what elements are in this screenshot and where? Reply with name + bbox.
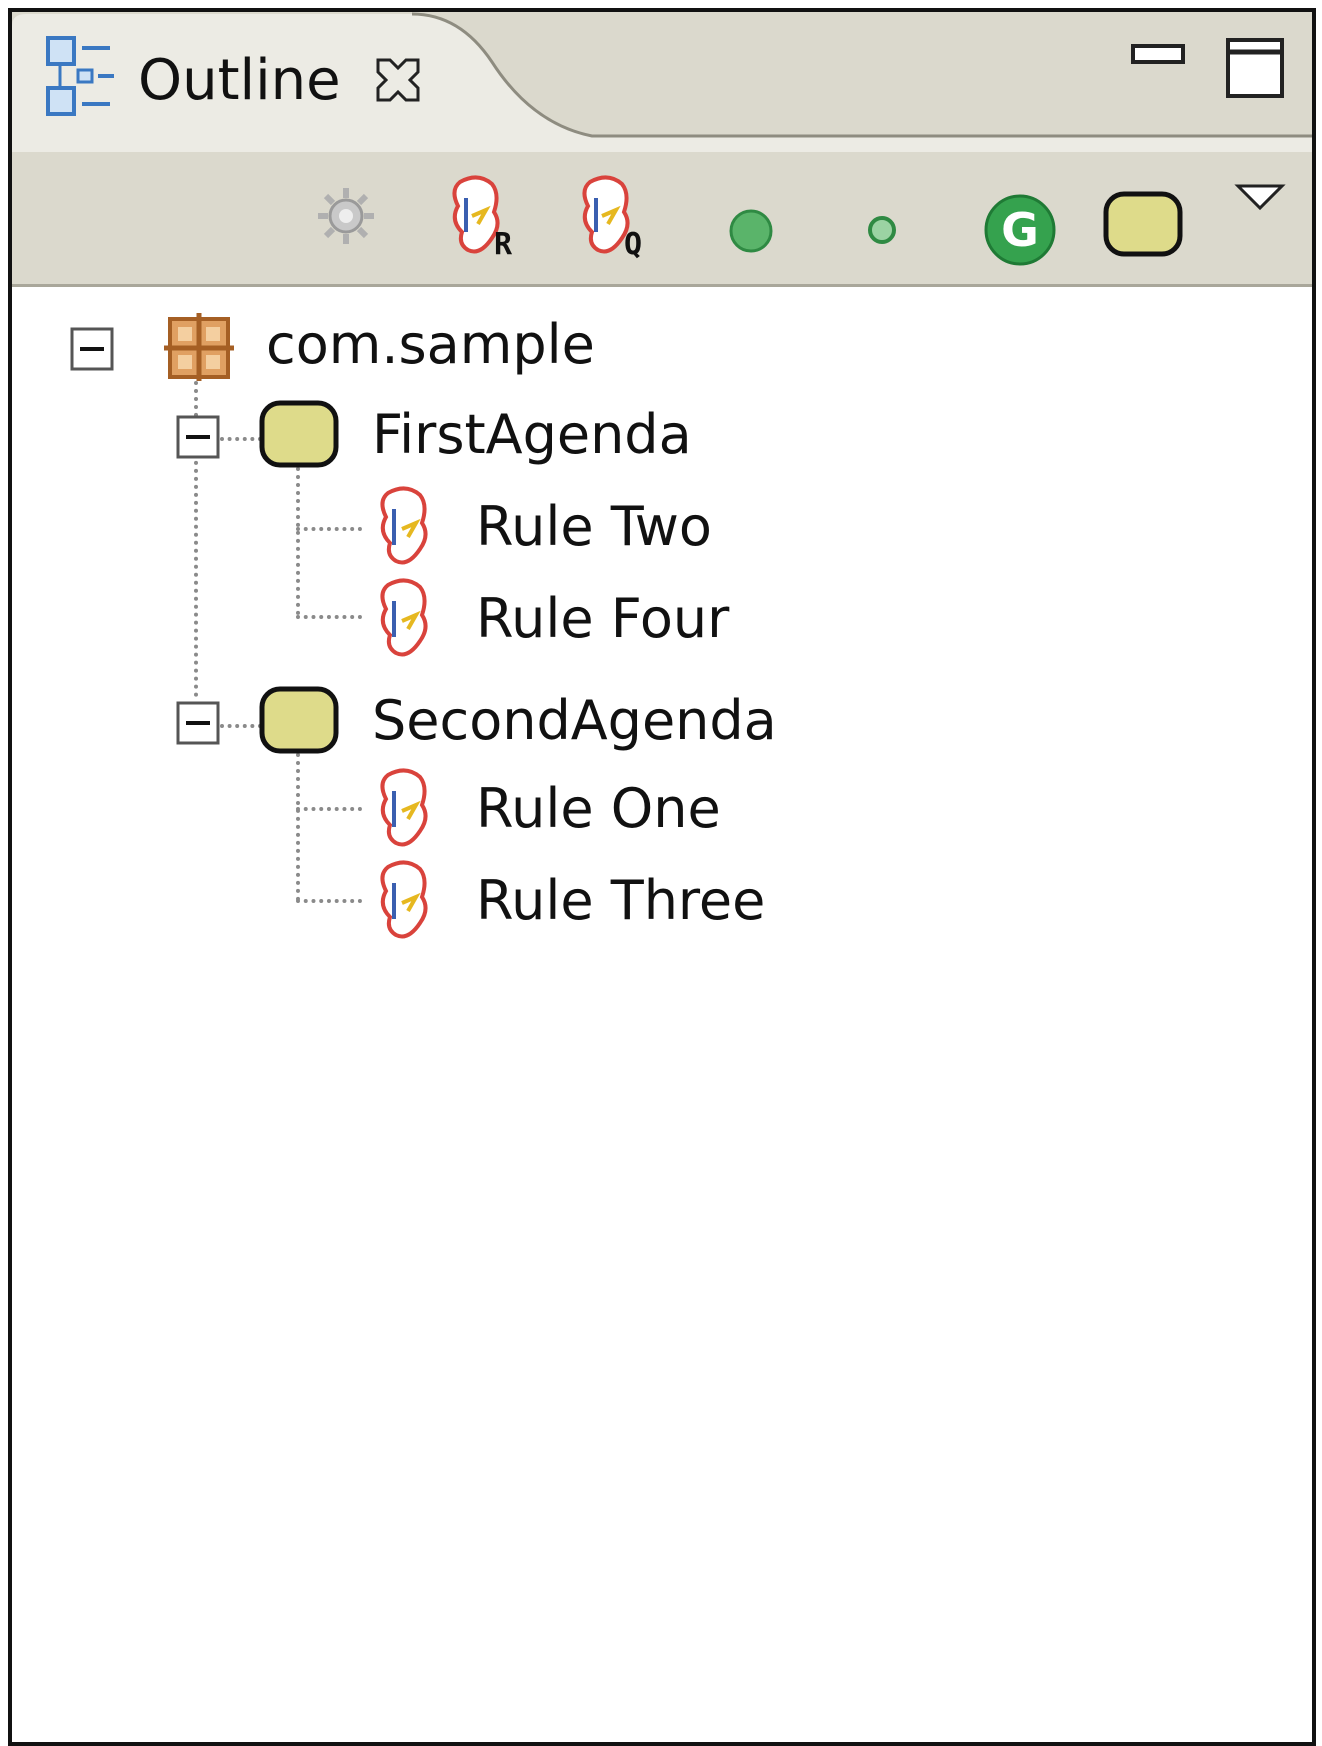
tree-connector [296,753,300,901]
rule-r-icon[interactable]: R [442,172,522,264]
tree-connector [194,357,198,697]
outline-view: Outline R Q G com.sample FirstAgenda Rul… [8,8,1316,1746]
rule-icon [380,486,428,565]
view-header: Outline R Q G [12,12,1312,287]
large-green-dot-icon[interactable] [724,204,778,258]
tab-title: Outline [138,48,341,113]
tree-connector [296,807,362,811]
tree-connector [220,437,262,441]
collapse-icon[interactable] [176,415,220,459]
close-icon[interactable] [370,52,426,108]
collapse-icon[interactable] [70,327,114,371]
agenda-icon[interactable] [1102,190,1186,260]
package-icon [164,313,234,381]
package-label: com.sample [266,313,595,376]
tree-connector [296,467,300,615]
rule-label: Rule Four [476,587,730,650]
tree-connector [296,615,362,619]
agenda-label: SecondAgenda [372,689,777,752]
global-g-badge: G [1001,203,1039,257]
rule-icon [380,768,428,847]
rule-q-badge: Q [624,227,642,262]
agenda-icon [259,686,339,754]
gear-disabled-icon[interactable] [312,180,382,252]
rule-icon [380,578,428,657]
rule-icon [380,860,428,939]
tree-connector [296,899,362,903]
small-green-dot-icon[interactable] [862,210,902,250]
outline-tree: com.sample FirstAgenda Rule Two Rule Fou… [12,287,1312,1742]
rule-label: Rule Three [476,869,766,932]
tree-connector [220,724,262,728]
global-g-icon[interactable]: G [980,190,1060,270]
rule-label: Rule Two [476,495,712,558]
maximize-icon[interactable] [1224,34,1286,102]
collapse-icon[interactable] [176,701,220,745]
view-menu-chevron-icon[interactable] [1234,180,1286,214]
rule-q-icon[interactable]: Q [572,172,652,264]
agenda-icon [259,400,339,468]
rule-r-badge: R [494,227,513,262]
rule-label: Rule One [476,777,721,840]
tree-connector [296,527,362,531]
minimize-icon[interactable] [1130,40,1188,80]
agenda-label: FirstAgenda [372,403,692,466]
outline-view-icon [46,36,114,116]
